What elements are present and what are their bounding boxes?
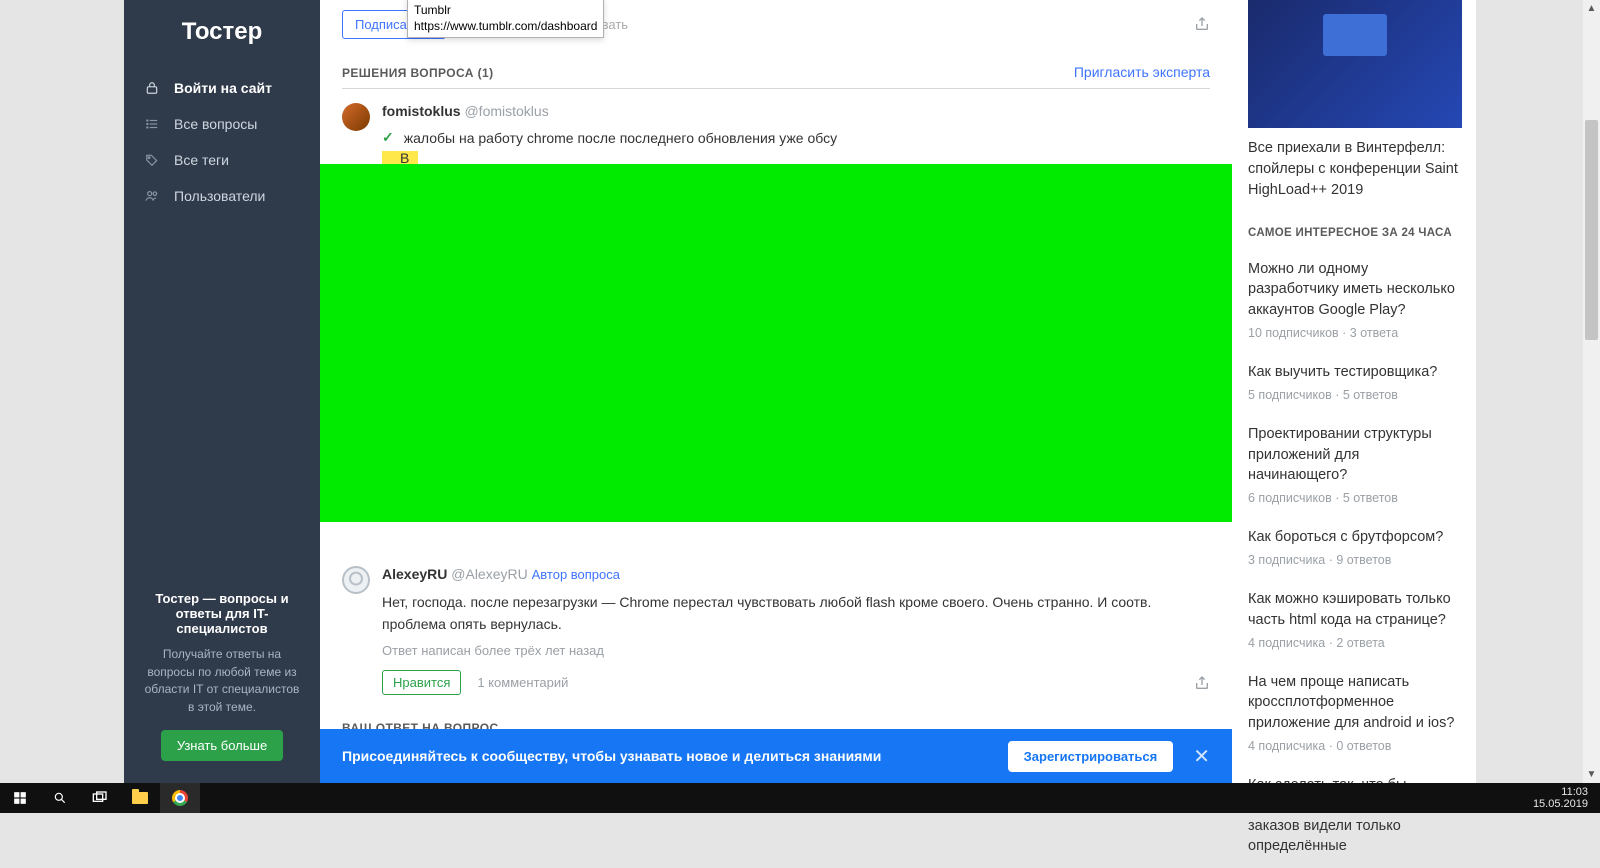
interesting-q[interactable]: Можно ли одному разработчику иметь неско… — [1248, 259, 1461, 320]
interesting-item[interactable]: На чем проще написать кроссплотформенное… — [1233, 662, 1476, 765]
interesting-item[interactable]: Как сделать так, что бы определённой кат… — [1233, 765, 1476, 868]
sidebar-item-tags[interactable]: Все теги — [124, 142, 320, 178]
sidebar-login-label: Войти на сайт — [174, 80, 272, 96]
share-icon[interactable] — [1194, 675, 1210, 691]
users-icon — [144, 189, 160, 203]
divider — [342, 88, 1210, 89]
interesting-meta: 3 подписчика · 9 ответов — [1248, 553, 1461, 567]
sidebar: Тостер Войти на сайт Все вопросы — [124, 0, 320, 783]
promo-image[interactable] — [1248, 0, 1462, 128]
answer-block: fomistoklus @fomistoklus ✓ жалобы на раб… — [342, 103, 1210, 166]
interesting-meta: 10 подписчиков · 3 ответа — [1248, 326, 1461, 340]
folder-icon — [132, 792, 148, 804]
sidebar-tagline: Тостер — вопросы и ответы для IT-специал… — [142, 591, 302, 636]
right-sidebar: Все приехали в Винтерфелл: спойлеры с ко… — [1232, 0, 1476, 783]
answer-block: AlexeyRU @AlexeyRU Автор вопроса Нет, го… — [342, 566, 1210, 695]
author-badge: Автор вопроса — [532, 567, 620, 582]
answer-author-handle: @AlexeyRU — [451, 566, 527, 582]
interesting-item[interactable]: Как выучить тестировщика? 5 подписчиков … — [1233, 352, 1476, 414]
scroll-up-icon[interactable]: ▲ — [1583, 0, 1600, 17]
interesting-meta: 6 подписчиков · 5 ответов — [1248, 491, 1461, 505]
interesting-q[interactable]: Как выучить тестировщика? — [1248, 362, 1461, 382]
taskbar-clock[interactable]: 11:03 15.05.2019 — [1533, 786, 1600, 810]
interesting-item[interactable]: Можно ли одному разработчику иметь неско… — [1233, 249, 1476, 352]
sidebar-footer: Тостер — вопросы и ответы для IT-специал… — [124, 575, 320, 783]
join-banner: Присоединяйтесь к сообществу, чтобы узна… — [320, 729, 1232, 783]
chrome-icon — [172, 790, 188, 806]
interesting-item[interactable]: Как можно кэшировать только часть html к… — [1233, 579, 1476, 662]
list-icon — [144, 117, 160, 131]
sidebar-item-label: Все вопросы — [174, 116, 257, 132]
sidebar-login[interactable]: Войти на сайт — [124, 70, 320, 106]
interesting-q[interactable]: Как бороться с брутфорсом? — [1248, 527, 1461, 547]
avatar[interactable] — [342, 103, 370, 131]
interesting-q[interactable]: На чем проще написать кроссплотформенное… — [1248, 672, 1461, 733]
chrome-taskbar-button[interactable] — [160, 783, 200, 813]
solutions-title: РЕШЕНИЯ ВОПРОСА (1) — [342, 66, 493, 80]
lock-icon — [144, 81, 160, 95]
scrollbar[interactable]: ▲ ▼ — [1583, 0, 1600, 783]
answer-text: Нет, господа. после перезагрузки — Chrom… — [382, 592, 1210, 635]
interesting-item[interactable]: Проектировании структуры приложений для … — [1233, 414, 1476, 517]
answer-author-name[interactable]: fomistoklus — [382, 103, 461, 119]
link-tooltip: Tumblr https://www.tumblr.com/dashboard — [407, 0, 604, 38]
taskbar: 11:03 15.05.2019 — [0, 783, 1600, 813]
promo-text[interactable]: Все приехали в Винтерфелл: спойлеры с ко… — [1233, 138, 1476, 219]
green-overlay — [320, 164, 1232, 522]
interesting-q[interactable]: Как можно кэшировать только часть html к… — [1248, 589, 1461, 630]
sidebar-item-label: Все теги — [174, 152, 229, 168]
main-content: Tumblr https://www.tumblr.com/dashboard … — [320, 0, 1232, 783]
close-icon[interactable]: ✕ — [1193, 744, 1210, 769]
tag-icon — [144, 153, 160, 167]
interesting-meta: 5 подписчиков · 5 ответов — [1248, 388, 1461, 402]
file-explorer-button[interactable] — [120, 783, 160, 813]
answer-author-handle: @fomistoklus — [464, 103, 548, 119]
register-button[interactable]: Зарегистрироваться — [1008, 741, 1174, 772]
answer-text: жалобы на работу chrome после последнего… — [404, 130, 837, 146]
comments-link[interactable]: 1 комментарий — [477, 675, 568, 690]
site-brand[interactable]: Тостер — [124, 0, 320, 70]
invite-expert-link[interactable]: Пригласить эксперта — [1074, 64, 1210, 80]
interesting-item[interactable]: Как бороться с брутфорсом? 3 подписчика … — [1233, 517, 1476, 579]
sidebar-desc: Получайте ответы на вопросы по любой тем… — [142, 646, 302, 716]
taskview-button[interactable] — [80, 783, 120, 813]
tooltip-title: Tumblr — [414, 2, 597, 18]
interesting-meta: 4 подписчика · 2 ответа — [1248, 636, 1461, 650]
learn-more-button[interactable]: Узнать больше — [161, 730, 283, 761]
clock-date: 15.05.2019 — [1533, 798, 1588, 810]
interesting-meta: 4 подписчика · 0 ответов — [1248, 739, 1461, 753]
interesting-title: САМОЕ ИНТЕРЕСНОЕ ЗА 24 ЧАСА — [1233, 219, 1476, 249]
sidebar-item-label: Пользователи — [174, 188, 265, 204]
sidebar-item-questions[interactable]: Все вопросы — [124, 106, 320, 142]
answer-author-name[interactable]: AlexeyRU — [382, 566, 447, 582]
sidebar-item-users[interactable]: Пользователи — [124, 178, 320, 214]
share-icon[interactable] — [1194, 16, 1210, 32]
tooltip-url: https://www.tumblr.com/dashboard — [414, 18, 597, 34]
avatar[interactable] — [342, 566, 370, 594]
like-button[interactable]: Нравится — [382, 670, 461, 695]
interesting-q[interactable]: Проектировании структуры приложений для … — [1248, 424, 1461, 485]
clock-time: 11:03 — [1533, 786, 1588, 798]
join-text: Присоединяйтесь к сообществу, чтобы узна… — [342, 748, 881, 764]
scroll-thumb[interactable] — [1585, 120, 1598, 340]
start-button[interactable] — [0, 783, 40, 813]
scroll-down-icon[interactable]: ▼ — [1583, 766, 1600, 783]
answer-meta: Ответ написан более трёх лет назад — [382, 643, 1210, 658]
check-icon: ✓ — [382, 129, 394, 146]
search-button[interactable] — [40, 783, 80, 813]
